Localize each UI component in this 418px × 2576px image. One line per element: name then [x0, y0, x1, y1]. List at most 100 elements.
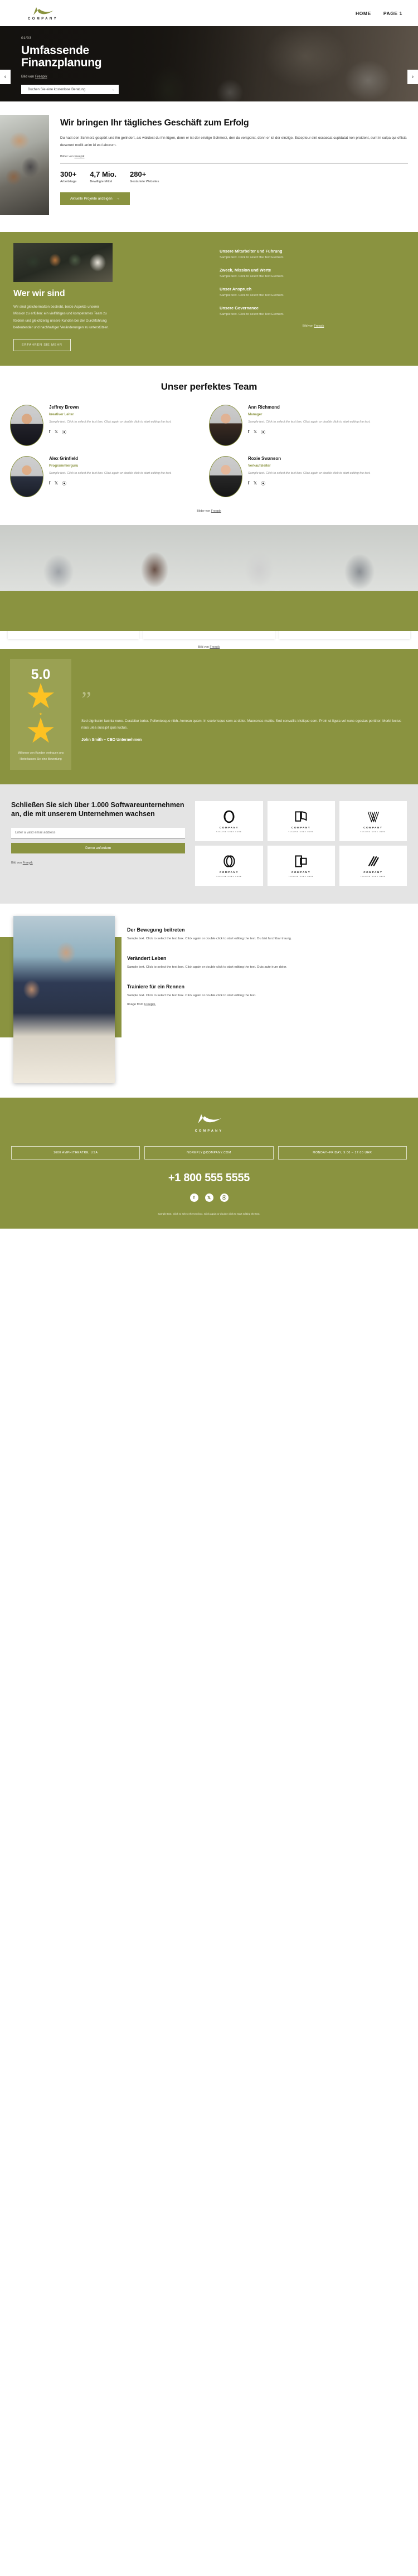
facebook-icon[interactable]: f	[189, 1194, 198, 1202]
instagram-icon[interactable]: ⦿	[261, 429, 265, 435]
partner-logo[interactable]: COMPANY TAGLINE GOES HERE	[339, 846, 407, 886]
team-member-card: Roxie Swanson Verkaufsleiter Sample text…	[209, 455, 408, 497]
freepik-link[interactable]: Freepik.	[144, 1003, 156, 1006]
slider-prev-button[interactable]: ‹	[0, 70, 11, 84]
partner-name: COMPANY	[291, 871, 311, 874]
feature-title: Wirkungsvolle Beziehungen	[14, 618, 66, 622]
intro-body-text: Du hast den Schmerz gespürt und ihn geli…	[60, 135, 407, 147]
about-image	[13, 243, 113, 282]
intro-image	[0, 115, 49, 215]
request-demo-button[interactable]: Demo anfordern	[11, 842, 186, 853]
footer-phone[interactable]: +1 800 555 5555	[0, 1172, 418, 1185]
about-item-title: Unsere Governance	[220, 305, 259, 311]
instagram-icon[interactable]: ⦿	[62, 429, 66, 435]
review-author: John Smith – CEO Unternehmen	[81, 738, 142, 742]
instagram-icon[interactable]: ⦿	[62, 481, 66, 487]
main-nav: HOME PAGE 1	[356, 11, 402, 16]
consultation-search-field[interactable]: Buchen Sie eine kostenlose Beratung ⌄	[21, 84, 119, 94]
feature-cards: Wirkungsvolle Beziehungen Excepteur sint…	[0, 591, 418, 639]
stat-item: 300+ Arbeitstage	[60, 170, 76, 183]
footer-brand-name: COMPANY	[195, 1129, 223, 1133]
about-item-title: Zweck, Mission und Werte	[220, 268, 271, 273]
about-item: Unser Anspruch Sample text. Click to sel…	[220, 287, 407, 297]
network-nodes-icon	[15, 599, 25, 609]
chevron-down-icon[interactable]: ⌄	[112, 88, 115, 91]
facebook-icon[interactable]: 𝐟	[49, 429, 51, 435]
facebook-icon[interactable]: 𝐟	[248, 429, 250, 435]
partner-tagline: TAGLINE GOES HERE	[288, 876, 314, 878]
about-section: Wer wir sind Wir sind gleichermaßen best…	[0, 232, 418, 366]
nav-item-page-1[interactable]: PAGE 1	[383, 11, 402, 16]
freepik-link[interactable]: Freepik	[23, 861, 33, 865]
freepik-link[interactable]: Freepik	[314, 324, 324, 328]
newsletter-section: Schließen Sie sich über 1.000 Softwareun…	[0, 784, 418, 904]
freepik-link[interactable]: Freepik	[35, 75, 47, 79]
x-twitter-icon[interactable]: 𝕏	[55, 429, 58, 435]
learn-more-button[interactable]: ERFAHREN SIE MEHR	[13, 338, 71, 351]
member-role: Manager	[248, 412, 263, 416]
view-projects-button[interactable]: Aktuelle Projekte anzeigen →	[60, 192, 130, 205]
square-frames-icon	[295, 855, 307, 867]
freepik-link[interactable]: Freepik	[74, 155, 84, 158]
x-twitter-icon[interactable]: 𝕏	[55, 481, 58, 487]
intro-section: Wir bringen Ihr tägliches Geschäft zum E…	[0, 101, 418, 232]
intro-title: Wir bringen Ihr tägliches Geschäft zum E…	[60, 118, 249, 128]
partner-logo[interactable]: COMPANY TAGLINE GOES HERE	[339, 801, 407, 842]
benefits-image	[13, 916, 115, 1084]
benefit-text: Sample text. Click to select the text bo…	[127, 966, 287, 969]
member-bio: Sample text. Click to select the text bo…	[248, 420, 371, 424]
team-member-card: Jeffrey Brown kreativer Leiter Sample te…	[10, 404, 209, 446]
benefit-title: Verändert Leben	[127, 955, 167, 961]
about-item: Unsere Mitarbeiter und Führung Sample te…	[220, 249, 407, 259]
member-role: kreativer Leiter	[49, 412, 74, 416]
partner-name: COMPANY	[363, 826, 383, 829]
member-name: Ann Richmond	[248, 404, 280, 410]
x-twitter-icon[interactable]: 𝕏	[254, 481, 257, 487]
brand-name: COMPANY	[28, 17, 59, 21]
footer-email-pill[interactable]: NOREPLY@COMPANY.COM	[144, 1146, 274, 1160]
instagram-icon[interactable]: ⦿	[261, 481, 265, 487]
partner-name: COMPANY	[363, 871, 383, 874]
footer-logo-swoosh-icon[interactable]	[193, 1112, 225, 1126]
brand-logo[interactable]: COMPANY	[28, 6, 58, 21]
instagram-icon[interactable]: ⦿	[220, 1194, 229, 1202]
feature-card: Wirkungsvolle Beziehungen Excepteur sint…	[8, 591, 139, 639]
x-twitter-icon[interactable]: 𝕏	[254, 429, 257, 435]
member-socials: 𝐟 𝕏 ⦿	[49, 481, 172, 487]
about-item-text: Sample text. Click to select the Text El…	[220, 294, 284, 297]
partner-logo[interactable]: COMPANY TAGLINE GOES HERE	[195, 801, 263, 842]
partner-logo[interactable]: COMPANY TAGLINE GOES HERE	[195, 846, 263, 886]
member-socials: 𝐟 𝕏 ⦿	[248, 429, 371, 435]
diamond-icon	[286, 600, 297, 610]
team-image-credit: Bilder von Freepik	[197, 509, 221, 513]
email-field[interactable]	[11, 827, 186, 839]
facebook-icon[interactable]: 𝐟	[248, 481, 250, 487]
book-mark-icon	[295, 811, 307, 822]
facebook-icon[interactable]: 𝐟	[49, 481, 51, 487]
footer-address-pill[interactable]: 1600 AMPHITHEATRE, USA	[11, 1146, 140, 1160]
avatar	[209, 404, 242, 446]
stat-value: 300+	[60, 169, 77, 178]
x-twitter-icon[interactable]: 𝕏	[205, 1194, 213, 1202]
stats-row: 300+ Arbeitstage 4,7 Mio. Bewilligte Mit…	[60, 170, 408, 183]
slider-next-button[interactable]: ›	[407, 70, 418, 84]
partner-logo[interactable]: COMPANY TAGLINE GOES HERE	[267, 846, 335, 886]
logo-swoosh-icon	[33, 7, 54, 15]
benefit-text: Sample text. Click to select the text bo…	[127, 993, 256, 997]
about-body-text: Wir sind gleichermaßen bestrebt, beide A…	[13, 305, 110, 330]
member-name: Roxie Swanson	[248, 455, 281, 461]
view-projects-label: Aktuelle Projekte anzeigen	[70, 196, 113, 201]
member-name: Jeffrey Brown	[49, 404, 79, 410]
stat-label: Bewilligte Mittel	[90, 180, 113, 183]
partner-tagline: TAGLINE GOES HERE	[288, 831, 314, 833]
freepik-link[interactable]: Freepik	[211, 510, 221, 513]
partner-logo[interactable]: COMPANY TAGLINE GOES HERE	[267, 801, 335, 842]
leave-review-link[interactable]: Hinterlassen Sie eine Bewertung	[10, 758, 71, 761]
feature-photo-band: Wirkungsvolle Beziehungen Excepteur sint…	[0, 525, 418, 639]
stat-item: 4,7 Mio. Bewilligte Mittel	[90, 170, 116, 183]
nav-item-home[interactable]: HOME	[356, 11, 371, 16]
hero-image-credit: Bild von Freepik	[21, 74, 47, 79]
stat-label: Arbeitstage	[60, 180, 77, 183]
member-role: Verkaufsleiter	[248, 463, 271, 468]
footer-hours-pill[interactable]: MONDAY–FRIDAY, 9:00 – 17:00 UHR	[278, 1146, 407, 1160]
